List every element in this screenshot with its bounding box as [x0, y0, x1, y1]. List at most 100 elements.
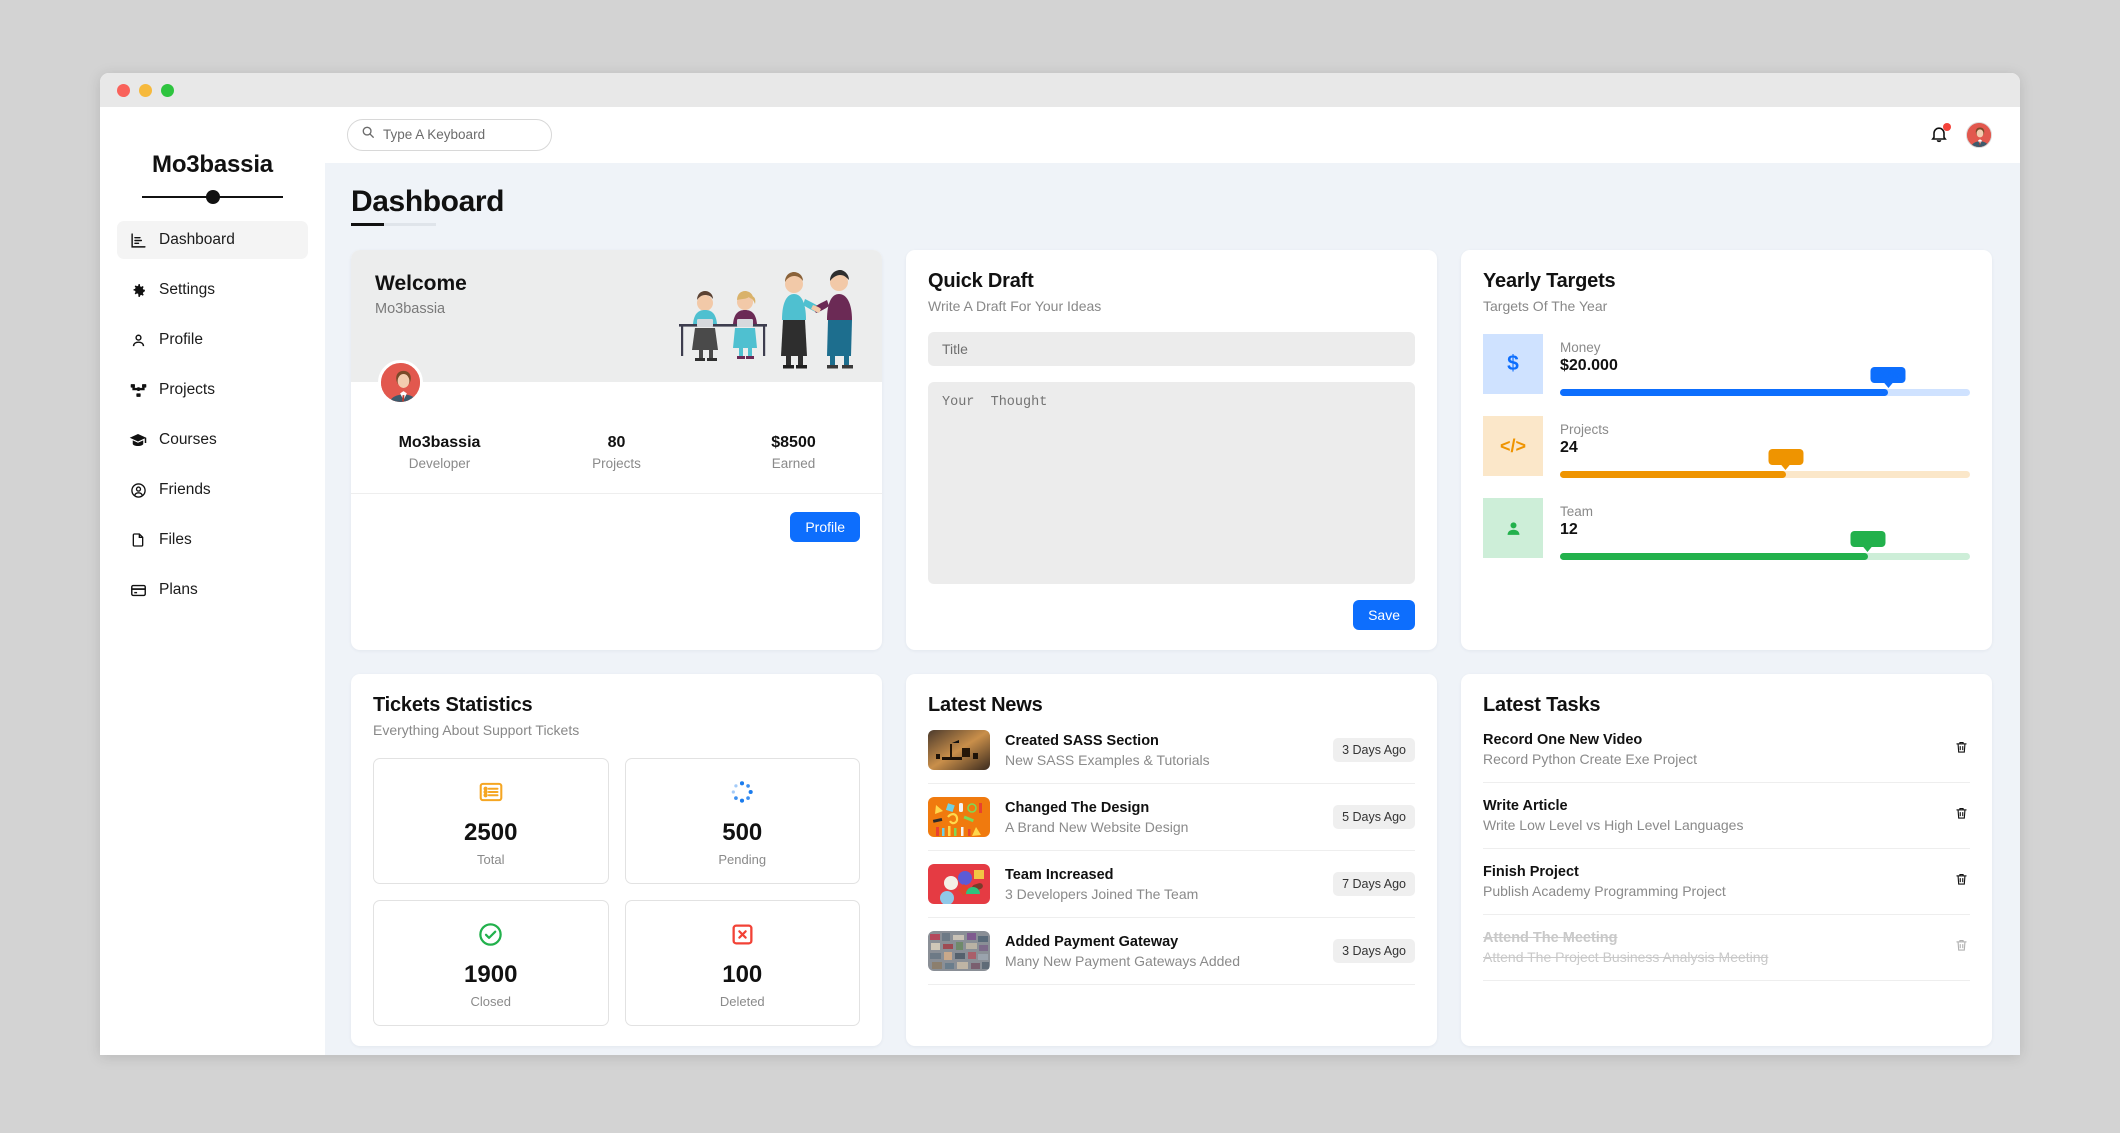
search-input[interactable]: [383, 127, 538, 142]
sidebar-item-label: Projects: [159, 381, 215, 398]
dashboard-grid-row-2: Tickets Statistics Everything About Supp…: [351, 674, 1992, 1046]
user-icon: [129, 331, 147, 349]
sidebar-item-files[interactable]: Files: [117, 521, 308, 559]
news-thumbnail: [928, 864, 990, 904]
ticket-label: Deleted: [719, 994, 765, 1009]
news-item[interactable]: Team Increased 3 Developers Joined The T…: [928, 851, 1415, 918]
file-icon: [129, 531, 147, 549]
draft-thought-textarea[interactable]: [928, 382, 1415, 584]
welcome-stat-value: $8500: [771, 434, 816, 451]
save-button[interactable]: Save: [1353, 600, 1415, 630]
close-window-button[interactable]: [117, 83, 130, 97]
welcome-stat: 80 Projects: [528, 434, 705, 471]
content-area: Dashboard Welcome Mo3bassia Mo3bassia De…: [325, 163, 2020, 1055]
quick-draft-footer: Save: [928, 600, 1415, 630]
sidebar-item-courses[interactable]: Courses: [117, 421, 308, 459]
target-body: Projects 24 55%: [1560, 416, 1970, 478]
quick-draft-card: Quick Draft Write A Draft For Your Ideas…: [906, 250, 1437, 650]
welcome-stats: Mo3bassia Developer 80 Projects $8500 Ea…: [351, 382, 882, 494]
notifications-button[interactable]: [1929, 122, 1951, 146]
teamwork-illustration-icon: [653, 262, 868, 372]
minimize-window-button[interactable]: [139, 83, 152, 97]
progress-badge: 75%: [1849, 531, 1886, 547]
code-glyph: </>: [1499, 435, 1527, 456]
sidebar-item-dashboard[interactable]: Dashboard: [117, 221, 308, 259]
welcome-header: Welcome Mo3bassia: [351, 250, 882, 382]
graduation-cap-icon: [129, 431, 147, 449]
avatar[interactable]: [1966, 121, 1992, 148]
yearly-targets-subtitle: Targets Of The Year: [1483, 298, 1608, 314]
news-title: Created SASS Section: [1005, 732, 1159, 749]
notification-badge-dot: [1943, 122, 1951, 131]
sidebar: Mo3bassia Dashboard Settings Profile Pro…: [100, 107, 325, 1055]
gear-icon: [129, 281, 147, 299]
sidebar-item-friends[interactable]: Friends: [117, 471, 308, 509]
ticket-label: Pending: [718, 852, 767, 867]
news-text: Created SASS Section New SASS Examples &…: [1005, 733, 1318, 768]
target-value: 12: [1560, 521, 1578, 538]
search-container[interactable]: [347, 118, 552, 151]
person-icon: [1483, 498, 1543, 558]
news-desc: New SASS Examples & Tutorials: [1005, 751, 1210, 768]
progress-fill: [1560, 471, 1786, 478]
draft-title-input[interactable]: [928, 332, 1415, 366]
ticket-value: 2500: [464, 819, 518, 846]
code-icon: </>: [1483, 416, 1543, 476]
ticket-value: 500: [722, 819, 763, 846]
sidebar-item-label: Dashboard: [159, 231, 235, 248]
task-title: Finish Project: [1483, 864, 1579, 880]
target-value: 24: [1560, 439, 1578, 456]
task-row[interactable]: Write Article Write Low Level vs High Le…: [1483, 783, 1970, 849]
dashboard-grid-row-1: Welcome Mo3bassia Mo3bassia Developer 80…: [351, 250, 1992, 650]
sidebar-item-plans[interactable]: Plans: [117, 571, 308, 609]
news-item[interactable]: Added Payment Gateway Many New Payment G…: [928, 918, 1415, 985]
ticket-box-pending: 500 Pending: [624, 758, 860, 884]
welcome-card: Welcome Mo3bassia Mo3bassia Developer 80…: [351, 250, 882, 650]
maximize-window-button[interactable]: [161, 83, 174, 97]
topbar: [325, 107, 2020, 163]
brand-title: Mo3bassia: [152, 151, 273, 178]
welcome-stat-value: Mo3bassia: [398, 434, 481, 451]
tickets-subtitle: Everything About Support Tickets: [373, 722, 580, 738]
sidebar-item-settings[interactable]: Settings: [117, 271, 308, 309]
task-row[interactable]: Attend The Meeting Attend The Project Bu…: [1483, 915, 1970, 981]
sidebar-item-label: Courses: [159, 431, 217, 448]
task-text: Attend The Meeting Attend The Project Bu…: [1483, 930, 1954, 965]
news-thumbnail: [928, 797, 990, 837]
task-row[interactable]: Finish Project Publish Academy Programmi…: [1483, 849, 1970, 915]
x-square-icon: [636, 919, 850, 949]
task-row[interactable]: Record One New Video Record Python Creat…: [1483, 717, 1970, 783]
news-item[interactable]: Created SASS Section New SASS Examples &…: [928, 717, 1415, 784]
news-item[interactable]: Changed The Design A Brand New Website D…: [928, 784, 1415, 851]
welcome-stat: $8500 Earned: [705, 434, 882, 471]
trash-icon[interactable]: [1954, 805, 1970, 826]
tickets-title: Tickets Statistics: [373, 694, 533, 716]
ticket-label: Total: [477, 852, 505, 867]
sidebar-item-profile[interactable]: Profile: [117, 321, 308, 359]
news-text: Team Increased 3 Developers Joined The T…: [1005, 867, 1318, 902]
news-timestamp: 7 Days Ago: [1333, 872, 1415, 896]
latest-tasks-card: Latest Tasks Record One New Video Record…: [1461, 674, 1992, 1046]
ticket-box-deleted: 100 Deleted: [624, 900, 860, 1026]
sidebar-item-projects[interactable]: Projects: [117, 371, 308, 409]
profile-button[interactable]: Profile: [790, 512, 860, 542]
target-label: Money: [1560, 340, 1601, 355]
trash-icon[interactable]: [1954, 739, 1970, 760]
tickets-statistics-card: Tickets Statistics Everything About Supp…: [351, 674, 882, 1046]
list-icon: [384, 777, 598, 807]
task-desc: Publish Academy Programming Project: [1483, 883, 1726, 899]
progress-badge: 55%: [1767, 449, 1804, 465]
trash-icon[interactable]: [1954, 937, 1970, 958]
task-title: Record One New Video: [1483, 732, 1643, 748]
user-circle-icon: [129, 481, 147, 499]
progress-track: 80%: [1560, 367, 1970, 396]
news-text: Changed The Design A Brand New Website D…: [1005, 800, 1318, 835]
news-thumbnail: [928, 931, 990, 971]
sitemap-icon: [129, 381, 147, 399]
target-row-projects: </> Projects 24 55%: [1483, 416, 1970, 478]
news-desc: 3 Developers Joined The Team: [1005, 885, 1199, 902]
trash-icon[interactable]: [1954, 871, 1970, 892]
sidebar-item-label: Plans: [159, 581, 198, 598]
search-icon: [361, 125, 375, 144]
sidebar-item-label: Friends: [159, 481, 211, 498]
